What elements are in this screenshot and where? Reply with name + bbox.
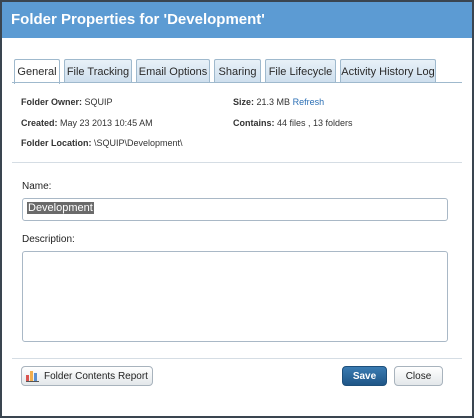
folder-owner-value: SQUIP	[84, 97, 113, 107]
report-button-label: Folder Contents Report	[44, 370, 148, 382]
created-label: Created:	[21, 118, 58, 128]
contains-label: Contains:	[233, 118, 275, 128]
dialog-title: Folder Properties for 'Development'	[11, 11, 265, 28]
save-button[interactable]: Save	[342, 366, 387, 386]
bar-chart-icon	[26, 370, 40, 382]
folder-owner-label: Folder Owner:	[21, 97, 83, 107]
tab-file-lifecycle[interactable]: File Lifecycle	[265, 59, 336, 83]
description-textarea[interactable]	[22, 251, 448, 342]
tab-email-options[interactable]: Email Options	[136, 59, 210, 83]
name-input-value: Development	[27, 202, 94, 214]
tab-bar: General File Tracking Email Options Shar…	[14, 59, 460, 84]
size-label: Size:	[233, 97, 255, 107]
created-value: May 23 2013 10:45 AM	[60, 118, 153, 128]
tab-divider	[12, 82, 462, 83]
folder-owner-row: Folder Owner: SQUIP	[21, 97, 113, 107]
divider	[12, 358, 462, 359]
tab-general[interactable]: General	[14, 59, 60, 84]
tab-activity-history-log[interactable]: Activity History Log	[340, 59, 436, 83]
dialog-titlebar[interactable]: Folder Properties for 'Development'	[2, 2, 472, 38]
dialog-body: General File Tracking Email Options Shar…	[2, 38, 472, 416]
created-row: Created: May 23 2013 10:45 AM	[21, 118, 153, 128]
name-label: Name:	[22, 181, 52, 192]
size-value: 21.3 MB	[256, 97, 291, 107]
folder-location-row: Folder Location: \SQUIP\Development\	[21, 138, 183, 148]
size-row: Size: 21.3 MB Refresh	[233, 97, 324, 107]
name-input[interactable]: Development	[22, 198, 448, 221]
folder-location-label: Folder Location:	[21, 138, 92, 148]
divider	[12, 162, 462, 163]
close-button[interactable]: Close	[394, 366, 443, 386]
tab-file-tracking[interactable]: File Tracking	[64, 59, 132, 83]
folder-contents-report-button[interactable]: Folder Contents Report	[21, 366, 153, 386]
description-label: Description:	[22, 234, 75, 245]
folder-properties-dialog: Folder Properties for 'Development' Gene…	[0, 0, 474, 418]
refresh-link[interactable]: Refresh	[293, 97, 325, 107]
folder-location-value: \SQUIP\Development\	[94, 138, 183, 148]
tab-sharing[interactable]: Sharing	[214, 59, 261, 83]
contains-value: 44 files , 13 folders	[277, 118, 353, 128]
contains-row: Contains: 44 files , 13 folders	[233, 118, 353, 128]
